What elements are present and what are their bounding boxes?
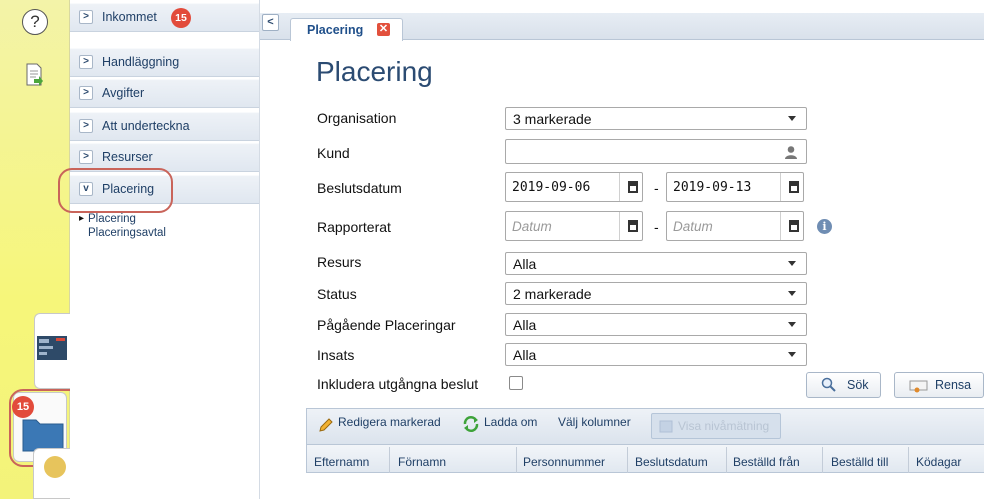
chevron-down-icon: [788, 116, 796, 121]
choose-columns-button[interactable]: Välj kolumner: [558, 415, 631, 429]
column-fornamn[interactable]: Förnamn: [398, 455, 446, 469]
date-placeholder: Datum: [512, 219, 552, 234]
chevron-down-icon: [788, 291, 796, 296]
nav-item-avgifter[interactable]: > Avgifter: [70, 79, 259, 108]
rapporterat-from[interactable]: Datum: [505, 211, 643, 241]
label-organisation: Organisation: [317, 110, 397, 126]
label-resurs: Resurs: [317, 254, 362, 270]
date-placeholder: Datum: [673, 219, 713, 234]
edit-selected-button[interactable]: Redigera markerad: [338, 415, 441, 429]
calendar-icon[interactable]: [789, 220, 799, 232]
chevron-down-icon: [788, 352, 796, 357]
pagaende-select[interactable]: Alla: [505, 313, 807, 336]
info-icon[interactable]: i: [817, 219, 832, 234]
calendar-icon[interactable]: [628, 220, 638, 232]
label-inkludera: Inkludera utgångna beslut: [317, 376, 479, 392]
nav-sidebar: > Inkommet 15 > Handläggning > Avgifter …: [70, 0, 260, 499]
column-personnummer[interactable]: Personnummer: [523, 455, 605, 469]
eraser-icon: [909, 380, 928, 393]
button-label: Sök: [847, 378, 869, 392]
chevron-down-icon: [788, 322, 796, 327]
refresh-icon: [463, 416, 479, 432]
nav-label: Inkommet: [102, 10, 157, 24]
date-value: 2019-09-06: [512, 180, 591, 195]
close-icon[interactable]: ✕: [377, 23, 390, 36]
chevron-down-icon: [788, 261, 796, 266]
label-beslutsdatum: Beslutsdatum: [317, 180, 402, 196]
nav-label: Resurser: [102, 150, 153, 164]
rapporterat-to[interactable]: Datum: [666, 211, 804, 241]
help-button[interactable]: ?: [22, 9, 48, 35]
tab-label: Placering: [307, 23, 364, 37]
button-label: Rensa: [935, 378, 972, 392]
chevron-left-icon: <: [267, 16, 274, 28]
app-rail: ? 15: [0, 0, 93, 499]
date-value: 2019-09-13: [673, 180, 752, 195]
chevron-right-icon: >: [79, 150, 93, 164]
subnav-placering[interactable]: Placering: [79, 213, 136, 225]
rail-badge: 15: [12, 396, 34, 418]
chevron-right-icon: >: [79, 10, 93, 24]
select-value: Alla: [513, 347, 537, 363]
show-level-button[interactable]: Visa nivåmätning: [651, 413, 781, 439]
chart-icon: [659, 420, 673, 433]
page-title: Placering: [316, 56, 433, 87]
clear-button[interactable]: Rensa: [894, 372, 984, 398]
count-badge: 15: [171, 8, 191, 28]
label-rapporterat: Rapporterat: [317, 219, 391, 235]
resurs-select[interactable]: Alla: [505, 252, 807, 275]
chevron-right-icon: >: [79, 55, 93, 69]
label-status: Status: [317, 286, 357, 302]
nav-item-handlaggning[interactable]: > Handläggning: [70, 48, 259, 77]
label-pagaende: Pågående Placeringar: [317, 317, 456, 333]
select-value: Alla: [513, 317, 537, 333]
column-kodagar[interactable]: Ködagar: [916, 455, 961, 469]
beslutsdatum-from[interactable]: 2019-09-06: [505, 172, 643, 202]
nav-item-inkommet[interactable]: > Inkommet 15: [70, 3, 259, 32]
range-dash: -: [654, 219, 659, 235]
circle-icon: [44, 456, 66, 478]
column-beslutsdatum[interactable]: Beslutsdatum: [635, 455, 708, 469]
chevron-right-icon: >: [79, 86, 93, 100]
column-efternamn[interactable]: Efternamn: [314, 455, 369, 469]
calendar-icon[interactable]: [789, 181, 799, 193]
insats-select[interactable]: Alla: [505, 343, 807, 366]
label-insats: Insats: [317, 347, 355, 363]
reload-button[interactable]: Ladda om: [484, 415, 537, 429]
organisation-select[interactable]: 3 markerade: [505, 107, 807, 130]
select-value: 3 markerade: [513, 111, 592, 127]
nav-item-att-underteckna[interactable]: > Att underteckna: [70, 112, 259, 141]
tab-placering[interactable]: Placering ✕: [290, 18, 403, 41]
pencil-icon: [319, 418, 333, 432]
label-kund: Kund: [317, 145, 350, 161]
inkludera-checkbox[interactable]: [509, 376, 523, 390]
subnav-placeringsavtal[interactable]: Placeringsavtal: [88, 227, 166, 239]
placering-highlight: [58, 168, 173, 213]
chevron-right-icon: >: [79, 119, 93, 133]
nav-label: Att underteckna: [102, 119, 190, 133]
dashboard-icon: [37, 336, 67, 360]
select-value: Alla: [513, 256, 537, 272]
status-select[interactable]: 2 markerade: [505, 282, 807, 305]
person-icon[interactable]: [784, 145, 798, 159]
select-value: 2 markerade: [513, 286, 592, 302]
column-bestalld-fran[interactable]: Beställd från: [733, 455, 800, 469]
button-label: Visa nivåmätning: [678, 419, 770, 433]
nav-label: Avgifter: [102, 86, 145, 100]
help-icon: ?: [30, 12, 40, 31]
beslutsdatum-to[interactable]: 2019-09-13: [666, 172, 804, 202]
search-icon: [821, 377, 836, 392]
kund-input[interactable]: [505, 139, 807, 164]
calendar-icon[interactable]: [628, 181, 638, 193]
search-button[interactable]: Sök: [806, 372, 881, 398]
column-bestalld-till[interactable]: Beställd till: [831, 455, 888, 469]
range-dash: -: [654, 180, 659, 196]
collapse-sidebar-button[interactable]: <: [262, 14, 279, 31]
nav-label: Handläggning: [102, 55, 180, 69]
document-arrow-icon[interactable]: [25, 63, 43, 87]
